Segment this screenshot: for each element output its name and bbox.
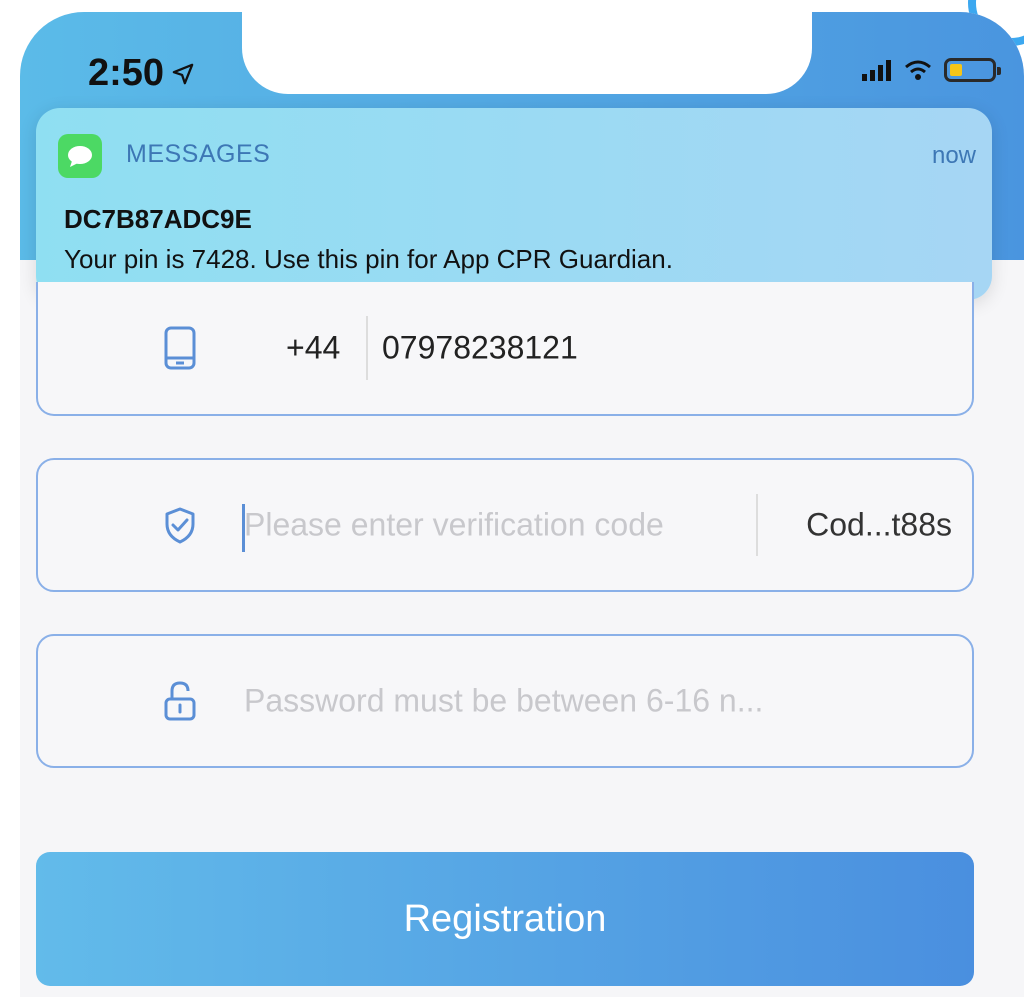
country-divider xyxy=(366,316,368,380)
get-code-button[interactable]: Cod...t88s xyxy=(806,507,952,544)
password-field[interactable]: Password must be between 6-16 n... xyxy=(36,634,974,768)
location-arrow-icon xyxy=(172,63,194,84)
country-code[interactable]: +44 xyxy=(286,330,340,367)
messages-app-icon xyxy=(58,134,102,178)
status-time: 2:50 xyxy=(88,52,194,95)
shield-check-icon xyxy=(165,507,195,544)
verification-code-input[interactable]: Please enter verification code xyxy=(244,507,664,544)
signal-icon xyxy=(862,60,891,81)
status-time-label: 2:50 xyxy=(88,52,165,94)
unlock-icon xyxy=(164,681,196,721)
battery-icon xyxy=(944,58,1001,82)
notification-body: Your pin is 7428. Use this pin for App C… xyxy=(64,244,673,274)
registration-button[interactable]: Registration xyxy=(36,852,974,986)
notification-sender: DC7B87ADC9E xyxy=(64,204,252,234)
password-input[interactable]: Password must be between 6-16 n... xyxy=(244,683,763,720)
message-notification[interactable]: MESSAGES now DC7B87ADC9E Your pin is 742… xyxy=(36,108,992,300)
notification-time: now xyxy=(931,142,976,169)
device-notch xyxy=(242,12,812,94)
code-divider xyxy=(756,494,758,556)
mobile-phone-icon xyxy=(164,326,196,370)
phone-field[interactable]: +44 07978238121 xyxy=(36,282,974,416)
status-icons xyxy=(862,58,1001,82)
wifi-icon xyxy=(905,60,931,80)
phone-number-input[interactable]: 07978238121 xyxy=(382,330,578,367)
registration-button-label: Registration xyxy=(403,897,607,940)
notification-app-name: MESSAGES xyxy=(126,140,271,168)
verification-code-field[interactable]: Please enter verification code Cod...t88… xyxy=(36,458,974,592)
